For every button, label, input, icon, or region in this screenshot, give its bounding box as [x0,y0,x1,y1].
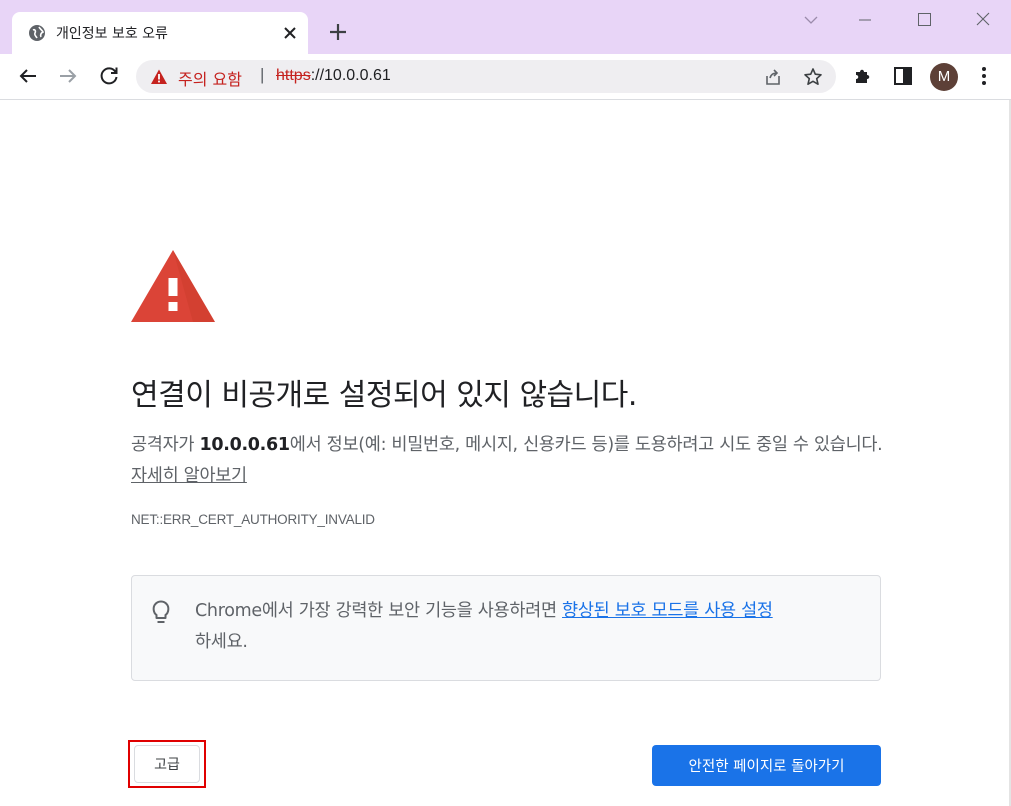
warning-triangle-icon[interactable] [150,68,168,86]
desc-suffix: 에서 정보(예: 비밀번호, 메시지, 신용카드 등)를 도용하려고 시도 중일… [289,435,883,455]
avatar[interactable]: M [930,63,958,91]
reload-button[interactable] [97,64,121,88]
error-code[interactable]: NET::ERR_CERT_AUTHORITY_INVALID [131,512,375,527]
tab-title: 개인정보 보호 오류 [56,26,168,42]
window-close-icon[interactable] [968,8,998,32]
page-title: 연결이 비공개로 설정되어 있지 않습니다. [131,378,637,413]
maximize-icon[interactable] [909,8,939,32]
security-status[interactable]: 주의 요함 [178,66,242,90]
back-button[interactable] [16,64,40,88]
banner-suffix: 하세요. [195,632,248,652]
forward-button[interactable] [56,64,80,88]
share-icon[interactable] [763,67,783,87]
back-to-safety-button[interactable]: 안전한 페이지로 돌아가기 [652,745,881,786]
lightbulb-icon [152,600,170,623]
star-icon[interactable] [803,67,823,87]
banner-text: Chrome에서 가장 강력한 보안 기능을 사용하려면 향상된 보호 모드를 … [195,596,867,658]
minimize-icon[interactable] [850,8,880,32]
host-name: 10.0.0.61 [199,435,290,455]
puzzle-icon[interactable] [851,64,875,88]
url-text[interactable]: https://10.0.0.61 [276,67,391,85]
chevron-down-icon[interactable] [796,8,826,32]
omnibox-separator: | [260,65,265,84]
title-bar: 개인정보 보호 오류 [0,0,1011,54]
kebab-menu-icon[interactable] [972,64,996,88]
enhanced-protection-banner: Chrome에서 가장 강력한 보안 기능을 사용하려면 향상된 보호 모드를 … [131,575,881,681]
warning-triangle-icon [131,250,215,322]
error-description: 공격자가 10.0.0.61에서 정보(예: 비밀번호, 메시지, 신용카드 등… [131,430,891,492]
browser-window: 개인정보 보호 오류 주의 요함 | https://10.0.0.61 M 연… [0,0,1011,806]
enhanced-protection-link[interactable]: 향상된 보호 모드를 사용 설정 [562,601,773,621]
desc-prefix: 공격자가 [131,435,200,455]
learn-more-link[interactable]: 자세히 알아보기 [131,466,247,486]
close-icon[interactable] [280,23,300,43]
address-bar[interactable]: 주의 요함 | https://10.0.0.61 [136,60,836,93]
globe-icon [29,25,45,41]
toolbar: 주의 요함 | https://10.0.0.61 M [0,54,1011,100]
advanced-button[interactable]: 고급 [134,745,200,783]
new-tab-button[interactable] [326,20,350,44]
url-host: ://10.0.0.61 [310,67,391,84]
url-scheme: https [276,67,311,84]
side-panel-icon[interactable] [891,64,915,88]
banner-prefix: Chrome에서 가장 강력한 보안 기능을 사용하려면 [195,601,563,621]
tab-active[interactable]: 개인정보 보호 오류 [12,12,308,54]
